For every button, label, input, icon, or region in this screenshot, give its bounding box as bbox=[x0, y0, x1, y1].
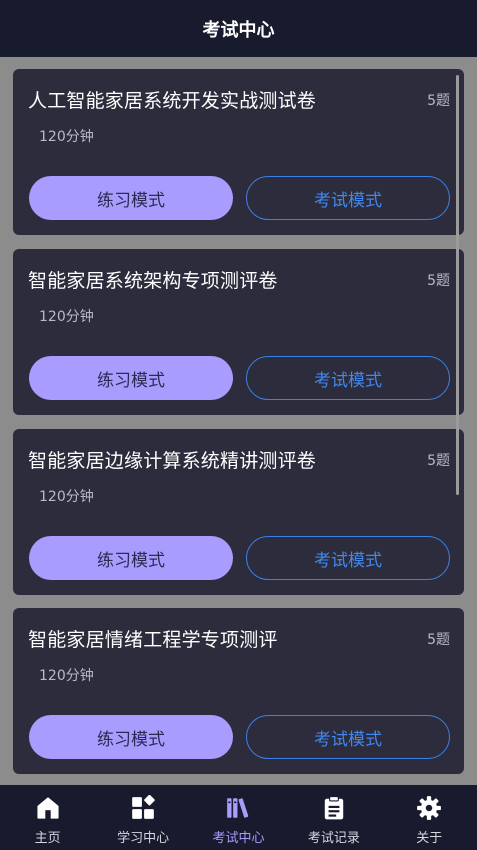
scrollbar[interactable] bbox=[456, 75, 459, 495]
practice-mode-button[interactable]: 练习模式 bbox=[29, 356, 233, 400]
tab-label: 学习中心 bbox=[117, 831, 170, 846]
exam-list[interactable]: 人工智能家居系统开发实战测试卷 5题 120分钟 练习模式 考试模式 智能家居系… bbox=[0, 57, 477, 785]
exam-title: 人工智能家居系统开发实战测试卷 bbox=[28, 90, 317, 112]
tab-label: 考试记录 bbox=[307, 831, 360, 846]
exam-title: 智能家居系统架构专项测评卷 bbox=[28, 270, 278, 292]
question-count: 5题 bbox=[427, 93, 450, 109]
exam-card: 人工智能家居系统开发实战测试卷 5题 120分钟 练习模式 考试模式 bbox=[13, 69, 464, 235]
practice-mode-button[interactable]: 练习模式 bbox=[29, 536, 233, 580]
practice-mode-button[interactable]: 练习模式 bbox=[29, 715, 233, 759]
exam-duration: 120分钟 bbox=[39, 489, 94, 505]
question-count: 5题 bbox=[427, 632, 450, 648]
exam-mode-button[interactable]: 考试模式 bbox=[246, 715, 450, 759]
grid-icon bbox=[132, 795, 155, 819]
tab-label: 关于 bbox=[416, 831, 443, 846]
page-header: 考试中心 bbox=[0, 0, 477, 57]
page-title: 考试中心 bbox=[202, 19, 275, 41]
tab-label: 主页 bbox=[34, 831, 61, 846]
exam-card: 智能家居系统架构专项测评卷 5题 120分钟 练习模式 考试模式 bbox=[13, 249, 464, 415]
exam-mode-button[interactable]: 考试模式 bbox=[246, 176, 450, 220]
exam-title: 智能家居边缘计算系统精讲测评卷 bbox=[28, 450, 317, 472]
exam-duration: 120分钟 bbox=[39, 309, 94, 325]
exam-card: 智能家居情绪工程学专项测评 5题 120分钟 练习模式 考试模式 bbox=[13, 608, 464, 774]
tab-exam-center[interactable]: 考试中心 bbox=[191, 785, 286, 850]
exam-title: 智能家居情绪工程学专项测评 bbox=[28, 629, 278, 651]
tab-about[interactable]: 关于 bbox=[382, 785, 477, 850]
tab-study-center[interactable]: 学习中心 bbox=[96, 785, 191, 850]
practice-mode-button[interactable]: 练习模式 bbox=[29, 176, 233, 220]
books-icon bbox=[227, 798, 249, 818]
exam-duration: 120分钟 bbox=[39, 668, 94, 684]
home-icon bbox=[37, 797, 59, 819]
tab-home[interactable]: 主页 bbox=[0, 785, 95, 850]
exam-mode-button[interactable]: 考试模式 bbox=[246, 356, 450, 400]
clipboard-icon bbox=[324, 796, 344, 820]
gear-icon bbox=[417, 796, 442, 820]
tab-label: 考试中心 bbox=[212, 831, 265, 846]
tab-exam-records[interactable]: 考试记录 bbox=[286, 785, 381, 850]
exam-card: 智能家居边缘计算系统精讲测评卷 5题 120分钟 练习模式 考试模式 bbox=[13, 429, 464, 595]
question-count: 5题 bbox=[427, 453, 450, 469]
exam-mode-button[interactable]: 考试模式 bbox=[246, 536, 450, 580]
exam-duration: 120分钟 bbox=[39, 129, 94, 145]
bottom-tab-bar: 主页 学习中心 考试中心 考试记录 关于 bbox=[0, 785, 477, 850]
question-count: 5题 bbox=[427, 273, 450, 289]
